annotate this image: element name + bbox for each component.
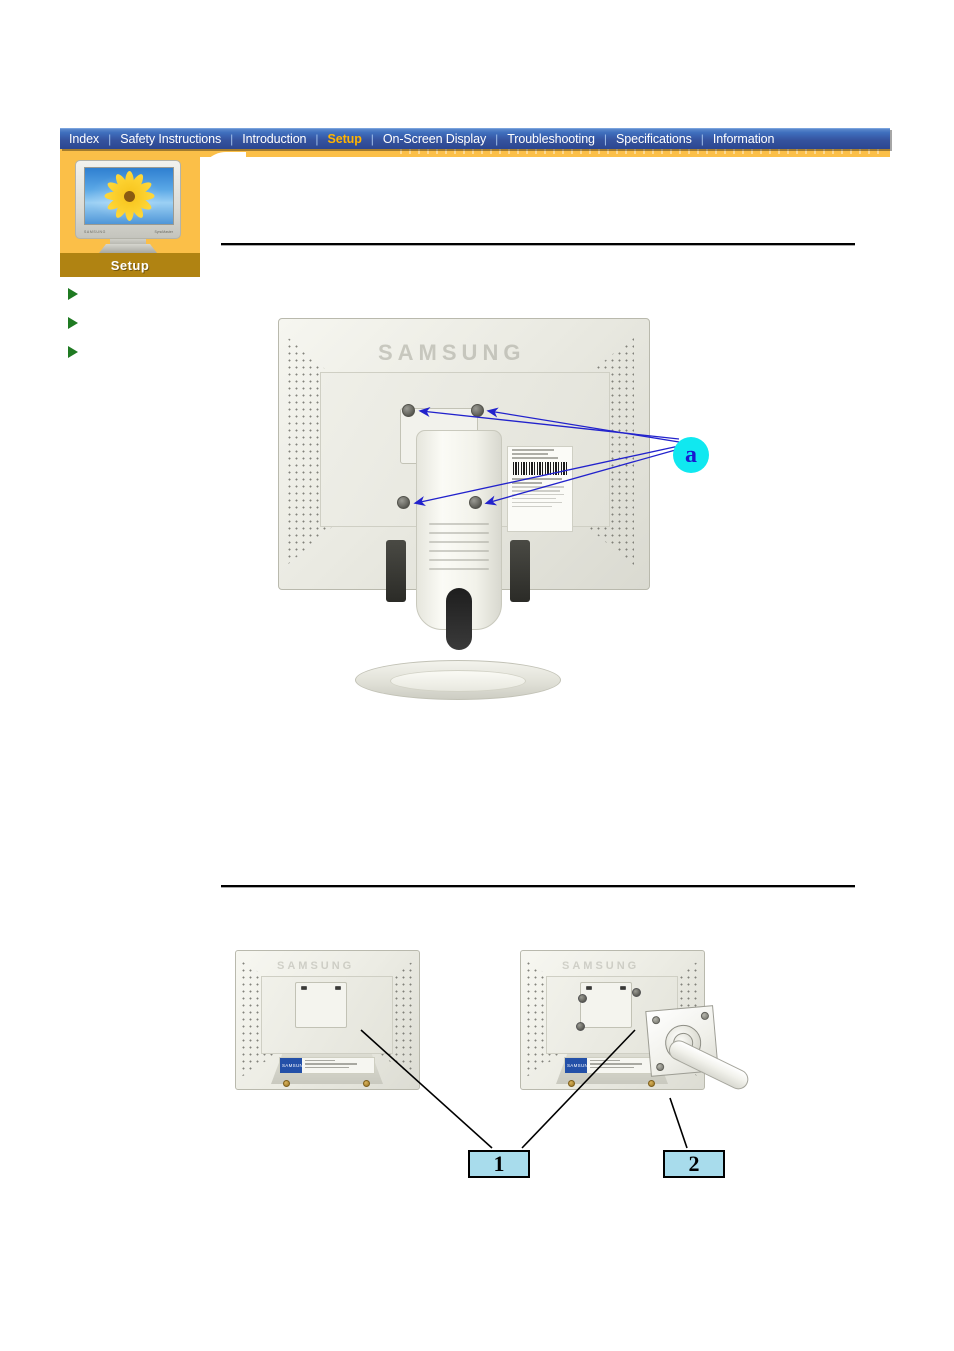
- triangle-bullet-icon: [68, 346, 78, 358]
- section-identity-panel: SAMSUNG SyncMaster Setup: [60, 152, 200, 277]
- crt-monitor-base: [99, 244, 157, 253]
- nav-item-on-screen-display[interactable]: On-Screen Display: [374, 129, 495, 150]
- crt-brand-text: SAMSUNG: [84, 230, 106, 234]
- sidebar-item-2[interactable]: [68, 312, 193, 334]
- sidebar-bullet-list: [68, 283, 193, 370]
- crt-monitor-screen: [84, 167, 174, 225]
- section-divider-bottom: [221, 885, 855, 888]
- crt-model-text: SyncMaster: [154, 230, 173, 234]
- crt-monitor-bezel: SAMSUNG SyncMaster: [75, 160, 181, 239]
- nav-item-information[interactable]: Information: [704, 129, 783, 150]
- nav-item-setup[interactable]: Setup: [319, 129, 371, 150]
- main-navigation-bar: Index | Safety Instructions | Introduction | S…: [60, 128, 890, 149]
- triangle-bullet-icon: [68, 288, 78, 300]
- nav-item-index[interactable]: Index: [60, 129, 108, 150]
- nav-item-specifications[interactable]: Specifications: [607, 129, 701, 150]
- figure2-leader-lines: [360, 1029, 688, 1149]
- section-divider-top: [221, 243, 855, 246]
- panel-rounded-corner: [200, 152, 246, 198]
- nav-item-troubleshooting[interactable]: Troubleshooting: [498, 129, 604, 150]
- callout-leader-arrows: [413, 406, 680, 507]
- callout-box-2: 2: [663, 1150, 725, 1178]
- nav-item-safety-instructions[interactable]: Safety Instructions: [111, 129, 230, 150]
- nav-item-introduction[interactable]: Introduction: [233, 129, 315, 150]
- sidebar-item-3[interactable]: [68, 341, 193, 363]
- crt-monitor-icon: SAMSUNG SyncMaster: [75, 160, 185, 253]
- sunflower-center-icon: [123, 190, 135, 202]
- figure-monitor-rear-view: SAMSUNG: [270, 318, 710, 708]
- callout-box-1: 1: [468, 1150, 530, 1178]
- sidebar-item-1[interactable]: [68, 283, 193, 305]
- accent-strip-texture: [400, 149, 886, 154]
- section-label: Setup: [60, 253, 200, 277]
- callout-badge-a: a: [673, 437, 709, 473]
- triangle-bullet-icon: [68, 317, 78, 329]
